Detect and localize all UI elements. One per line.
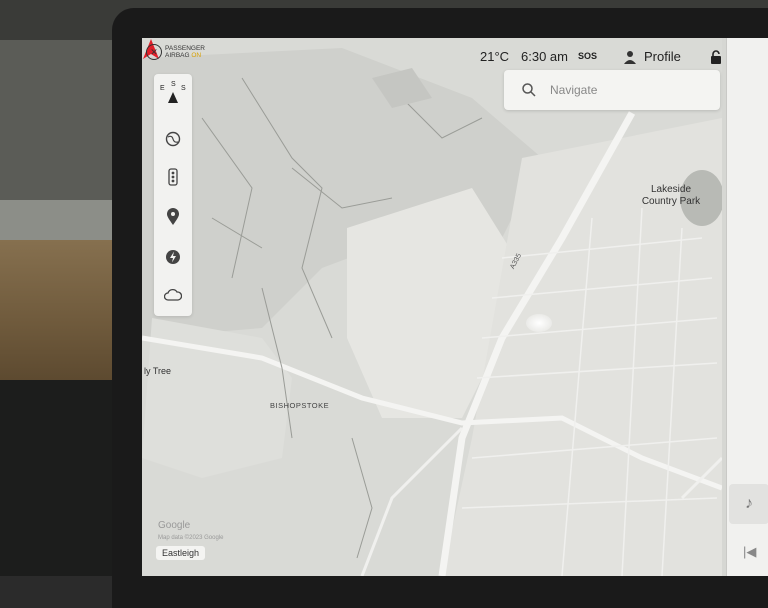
search-icon xyxy=(522,83,536,97)
north-arrow-icon xyxy=(168,92,178,103)
navigate-search-box[interactable]: Navigate xyxy=(504,70,720,110)
screen-glare xyxy=(526,314,552,332)
eastleigh-place-button[interactable]: Eastleigh xyxy=(156,546,206,560)
touchscreen: Lakeside Country Park BISHOPSTOKE ly Tre… xyxy=(142,38,768,576)
airbag-icon: ✕ xyxy=(146,44,162,60)
airbag-line2: AIRBAG xyxy=(165,52,190,59)
weather-cloud-icon[interactable] xyxy=(162,284,184,306)
airbag-line1: PASSENGER xyxy=(165,44,205,52)
traffic-light-icon[interactable] xyxy=(162,166,184,188)
profile-icon[interactable] xyxy=(624,50,636,64)
charging-bolt-icon[interactable] xyxy=(162,246,184,268)
profile-button[interactable]: Profile xyxy=(644,49,681,64)
map-graphics xyxy=(142,38,722,576)
previous-track-icon[interactable]: |◀ xyxy=(743,544,756,560)
sos-button[interactable]: SOS xyxy=(578,51,597,61)
globe-icon[interactable] xyxy=(162,128,184,150)
compass-icon[interactable]: E S S xyxy=(160,78,186,110)
bishopstoke-label: BISHOPSTOKE xyxy=(270,401,330,410)
location-pin-icon[interactable] xyxy=(162,206,184,228)
lock-icon[interactable] xyxy=(710,50,722,64)
map-view[interactable]: Lakeside Country Park BISHOPSTOKE ly Tre… xyxy=(142,38,722,576)
lakeside-country-park-label: Lakeside Country Park xyxy=(641,184,701,207)
map-controls: E S S xyxy=(154,74,192,316)
passenger-airbag-indicator: ✕ PASSENGER AIRBAG ON xyxy=(146,44,205,60)
clock: 6:30 am xyxy=(521,49,568,64)
airbag-state: ON xyxy=(191,52,202,59)
outside-temperature: 21°C xyxy=(480,49,510,64)
right-side-panel: ♪ |◀ xyxy=(726,38,768,576)
status-bar: ✕ PASSENGER AIRBAG ON 21°C 6:30 am SOS P… xyxy=(142,38,768,72)
tree-area-label: ly Tree xyxy=(144,366,172,376)
google-attribution: Google xyxy=(158,520,191,531)
music-note-icon[interactable]: ♪ xyxy=(729,484,768,524)
map-data-attribution: Map data ©2023 Google xyxy=(158,535,224,541)
search-placeholder: Navigate xyxy=(550,83,598,97)
